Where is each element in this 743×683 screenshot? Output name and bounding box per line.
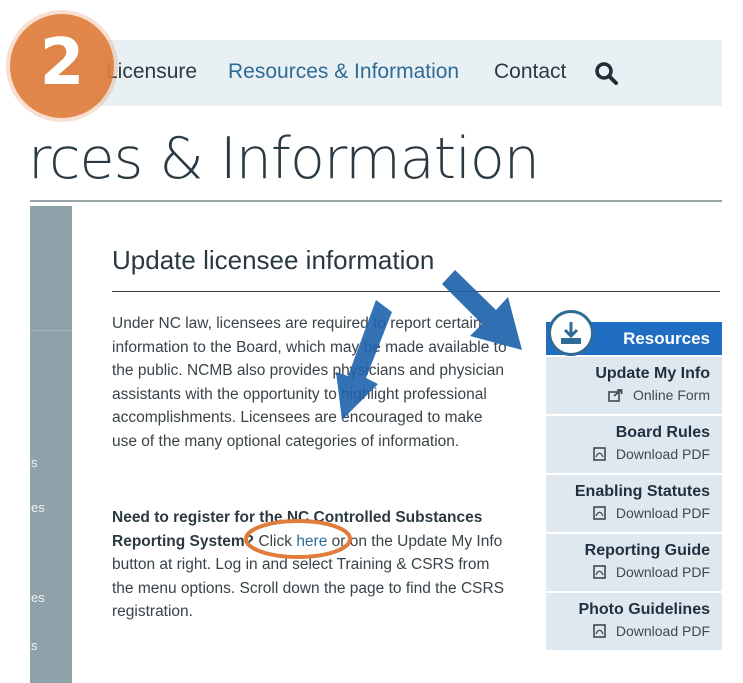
screenshot-stage: Licensure Resources & Information Contac… xyxy=(0,0,743,683)
step-number: 2 xyxy=(39,26,85,100)
arrow-to-text xyxy=(336,300,392,420)
arrow-to-resources xyxy=(442,270,522,350)
highlight-ellipse xyxy=(244,519,352,559)
